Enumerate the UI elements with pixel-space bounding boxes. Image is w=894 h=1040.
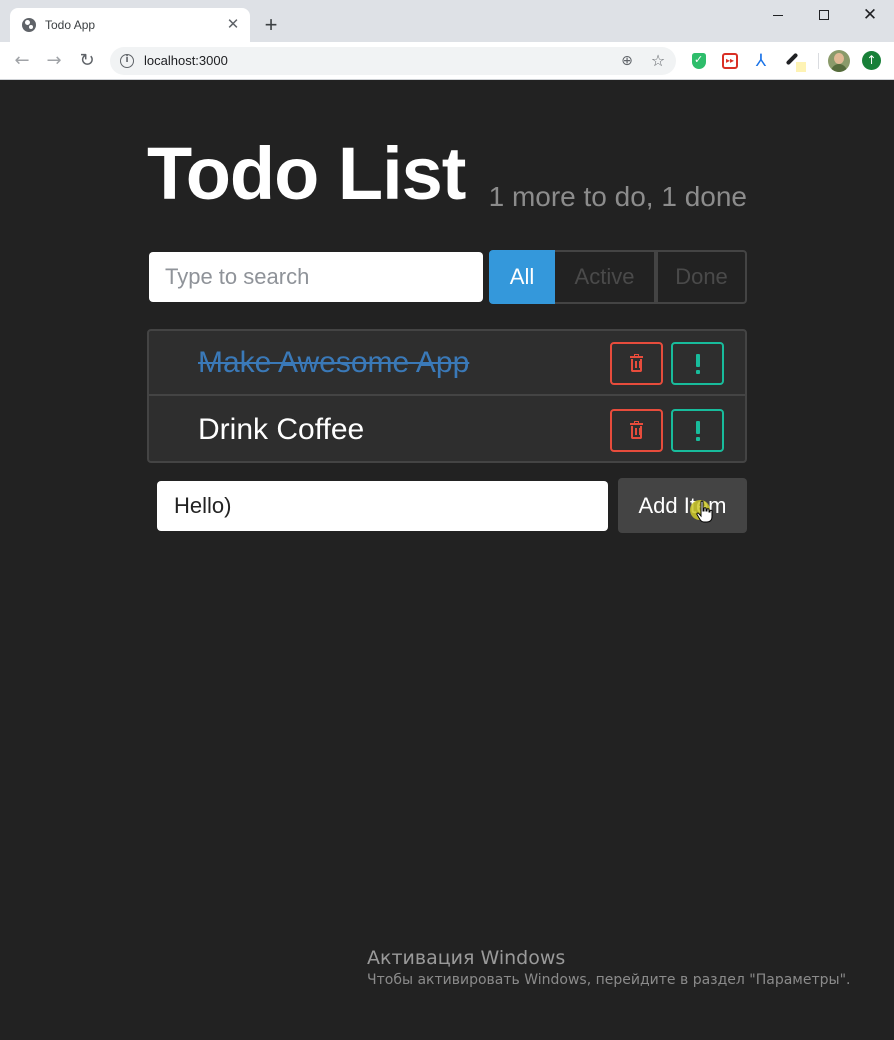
info-icon[interactable]: i xyxy=(120,54,134,68)
toolbar-divider xyxy=(818,53,819,69)
star-icon[interactable]: ☆ xyxy=(648,51,668,71)
filter-button-group: All Active Done xyxy=(489,250,747,304)
forward-icon[interactable]: → xyxy=(41,48,67,74)
shield-extension-icon[interactable] xyxy=(689,51,709,71)
trash-icon xyxy=(630,421,643,439)
minimize-icon xyxy=(773,14,783,16)
close-icon: ✕ xyxy=(862,4,878,25)
browser-chrome: Todo App ✕ + ✕ ← → ↻ i localhost:3000 ⊕ … xyxy=(0,0,894,80)
tab-title: Todo App xyxy=(45,18,96,32)
todo-item-label[interactable]: Make Awesome App xyxy=(198,345,469,381)
filter-active-button[interactable]: Active xyxy=(555,250,656,304)
zoom-icon[interactable]: ⊕ xyxy=(618,52,636,70)
exclamation-icon xyxy=(696,354,700,374)
browser-toolbar: ← → ↻ i localhost:3000 ⊕ ☆ ▸▸ ⅄ ↑ xyxy=(0,42,894,80)
red-extension-icon[interactable]: ▸▸ xyxy=(720,51,740,71)
color-picker-extension-icon[interactable] xyxy=(785,51,807,72)
watermark-title: Активация Windows xyxy=(367,947,566,969)
page-content: Todo List 1 more to do, 1 done All Activ… xyxy=(1,80,893,1038)
page-title: Todo List xyxy=(147,132,466,215)
windows-activation-watermark: Активация Windows Чтобы активировать Win… xyxy=(367,946,850,990)
tab-close-icon[interactable]: ✕ xyxy=(224,16,242,34)
delete-button[interactable] xyxy=(610,342,663,385)
window-maximize-button[interactable] xyxy=(801,0,847,30)
todo-list: Make Awesome App Drink Coffee xyxy=(147,329,747,463)
tab-strip: Todo App ✕ + ✕ xyxy=(0,0,894,42)
filter-done-button[interactable]: Done xyxy=(656,250,747,304)
exclamation-icon xyxy=(696,421,700,441)
maximize-icon xyxy=(819,10,829,20)
search-input[interactable] xyxy=(149,252,483,302)
delete-button[interactable] xyxy=(610,409,663,452)
important-button[interactable] xyxy=(671,409,724,452)
back-icon[interactable]: ← xyxy=(9,48,35,74)
window-minimize-button[interactable] xyxy=(755,0,801,30)
list-item: Drink Coffee xyxy=(149,398,745,463)
new-item-input[interactable] xyxy=(157,481,608,531)
address-bar[interactable]: i localhost:3000 ⊕ ☆ xyxy=(110,47,676,75)
avatar[interactable] xyxy=(828,50,850,72)
todo-item-label[interactable]: Drink Coffee xyxy=(198,412,364,448)
watermark-subtitle: Чтобы активировать Windows, перейдите в … xyxy=(367,972,851,988)
window-close-button[interactable]: ✕ xyxy=(847,0,893,30)
acrobat-extension-icon[interactable]: ⅄ xyxy=(751,51,771,71)
globe-icon xyxy=(22,18,36,32)
address-text[interactable]: localhost:3000 xyxy=(144,53,228,69)
list-item: Make Awesome App xyxy=(149,331,745,396)
filter-all-button[interactable]: All xyxy=(489,250,555,304)
trash-icon xyxy=(630,354,643,372)
important-button[interactable] xyxy=(671,342,724,385)
hand-cursor-icon xyxy=(696,500,713,523)
reload-icon[interactable]: ↻ xyxy=(74,48,100,74)
add-item-button[interactable]: Add Item xyxy=(618,478,747,533)
browser-tab[interactable]: Todo App ✕ xyxy=(10,8,250,42)
update-icon[interactable]: ↑ xyxy=(862,51,881,70)
todo-status: 1 more to do, 1 done xyxy=(488,181,747,212)
new-tab-button[interactable]: + xyxy=(259,14,283,38)
